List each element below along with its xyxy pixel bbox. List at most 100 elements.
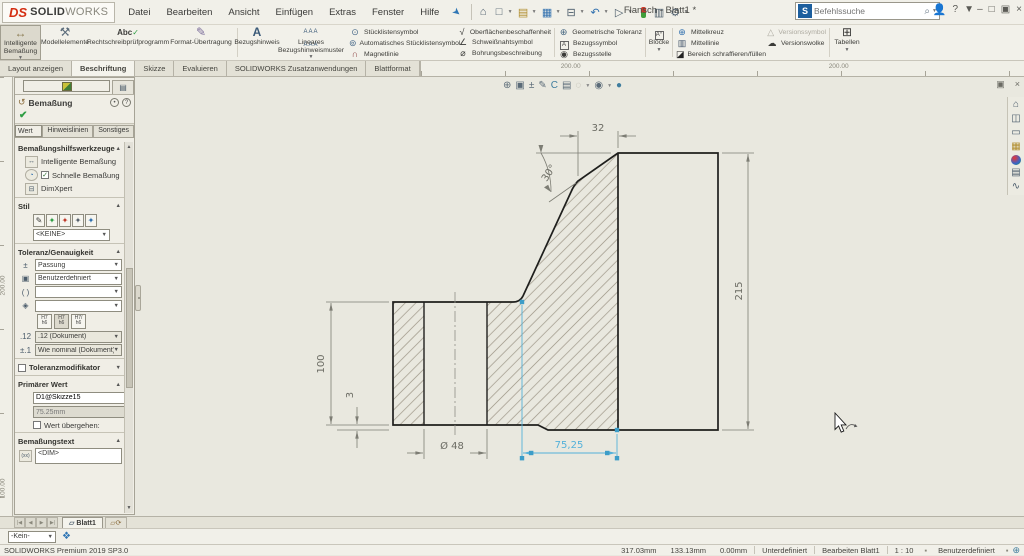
zoom-inout-icon[interactable]: ±: [529, 80, 535, 91]
menu-datei[interactable]: Datei: [121, 4, 157, 21]
fit-linear-button[interactable]: H7h6: [54, 314, 69, 329]
add-sheet-tab[interactable]: ▱⟳: [105, 517, 127, 528]
style-load-button[interactable]: ✦: [85, 214, 97, 227]
taskpane-design-library-icon[interactable]: ◫: [1011, 113, 1020, 125]
max-variation-dropdown[interactable]: ▼: [35, 286, 122, 298]
collapse-caret-icon[interactable]: ▲: [116, 203, 121, 209]
tab-layout-anzeigen[interactable]: Layout anzeigen: [0, 61, 72, 76]
style-delete-button[interactable]: ✦: [59, 214, 71, 227]
override-value-checkbox[interactable]: [33, 421, 41, 429]
prev-sheet-icon[interactable]: ◀: [25, 517, 36, 528]
menu-fenster[interactable]: Fenster: [365, 4, 411, 21]
revision-symbol-button[interactable]: △Versionssymbol: [766, 27, 826, 38]
restore-button[interactable]: ▣: [1001, 4, 1010, 15]
min-variation-dropdown[interactable]: ▼: [35, 300, 122, 312]
taskpane-forum-icon[interactable]: ∿: [1012, 181, 1020, 193]
sheet-tab-blatt1[interactable]: ▱Blatt1: [62, 517, 103, 528]
menu-ansicht[interactable]: Ansicht: [221, 4, 266, 21]
dimension-text-box[interactable]: <DIM>: [35, 448, 122, 464]
tables-button[interactable]: ⊞ Tabellen ▼: [832, 25, 862, 60]
menu-bearbeiten[interactable]: Bearbeiten: [159, 4, 219, 21]
smart-dimension-item[interactable]: ↔Intelligente Bemaßung: [25, 156, 122, 168]
dim-100[interactable]: 100: [316, 354, 327, 373]
minimize-button[interactable]: –: [977, 4, 983, 15]
layer-dropdown[interactable]: -Kein-▼: [8, 531, 56, 543]
centerline-button[interactable]: ▥Mittellinie: [676, 38, 764, 49]
tab-hinweislinien[interactable]: Hinweislinien: [42, 125, 93, 137]
scroll-thumb[interactable]: [126, 268, 133, 388]
precision-dropdown[interactable]: .12 (Dokument)▼: [35, 331, 122, 343]
format-painter-button[interactable]: ✎ Format-Übertragung: [167, 25, 235, 60]
auto-balloon-button[interactable]: ⊚Automatisches Stücklistensymbol: [349, 38, 455, 49]
hide-show-caret-icon[interactable]: ▼: [607, 83, 612, 89]
zoom-area-icon[interactable]: ▣: [515, 80, 524, 91]
tables-caret-icon[interactable]: ▼: [845, 47, 850, 53]
geometric-tolerance-button[interactable]: ⊕Geometrische Toleranz: [558, 27, 642, 38]
first-sheet-icon[interactable]: |◀: [14, 517, 25, 528]
tolerance-modifier-checkbox[interactable]: [18, 364, 26, 372]
dim-3[interactable]: 3: [345, 392, 356, 398]
fit-stacked-button[interactable]: H7h6: [37, 314, 52, 329]
spellcheck-button[interactable]: Abc✓ Rechtschreibprüfprogramm: [89, 25, 167, 60]
taskpane-view-palette-icon[interactable]: ▦: [1011, 141, 1020, 153]
graphics-area[interactable]: 32 30° 215 100 3 Ø 48 75,25: [0, 77, 1024, 516]
datum-feature-button[interactable]: ABezugssymbol: [558, 38, 642, 49]
dim-215[interactable]: 215: [734, 281, 745, 300]
open-caret-icon[interactable]: ▼: [532, 9, 539, 15]
menu-einfuegen[interactable]: Einfügen: [269, 4, 321, 21]
linear-note-caret-icon[interactable]: ▼: [309, 54, 314, 60]
taskpane-file-explorer-icon[interactable]: ▭: [1011, 127, 1020, 139]
doc-close-icon[interactable]: ×: [1015, 79, 1020, 90]
help-caret-icon[interactable]: ▼: [964, 4, 971, 15]
tolerance-type-dropdown[interactable]: Passung▼: [35, 259, 122, 271]
collapse-caret-icon[interactable]: ▲: [116, 438, 121, 444]
datum-target-button[interactable]: ◉Bezugsstelle: [558, 49, 642, 60]
view-settings-icon[interactable]: ●: [616, 80, 622, 91]
dim-32[interactable]: 32: [592, 123, 605, 134]
rotate-view-icon[interactable]: C: [551, 80, 558, 91]
ok-checkmark-icon[interactable]: ✔: [15, 110, 134, 124]
tab-sonstiges[interactable]: Sonstiges: [93, 125, 134, 137]
menu-extras[interactable]: Extras: [322, 4, 363, 21]
taskpane-custom-properties-icon[interactable]: ▤: [1011, 167, 1020, 179]
display-style-icon[interactable]: ◌: [575, 80, 581, 91]
tab-evaluieren[interactable]: Evaluieren: [174, 61, 226, 76]
smart-dimension-button[interactable]: ↔ Intelligente Bemaßung ▼: [0, 25, 41, 60]
display-style-caret-icon[interactable]: ▼: [585, 83, 590, 89]
pin-menu-icon[interactable]: ➤: [450, 5, 463, 19]
style-save-button[interactable]: ✦: [72, 214, 84, 227]
search-icon[interactable]: ⌕: [922, 6, 932, 17]
style-dropdown[interactable]: <KEINE>▼: [33, 229, 110, 241]
tolerance-precision-dropdown[interactable]: Wie nominal (Dokument)▼: [35, 344, 122, 356]
pin-circle-icon[interactable]: •: [110, 98, 119, 107]
dim-bore[interactable]: Ø 48: [440, 440, 464, 452]
tab-beschriftung[interactable]: Beschriftung: [72, 61, 135, 76]
last-sheet-icon[interactable]: ▶|: [47, 517, 58, 528]
hole-callout-button[interactable]: ⌀Bohrungsbeschreibung: [457, 48, 551, 59]
next-sheet-icon[interactable]: ▶: [36, 517, 47, 528]
tag-globe-icon[interactable]: ⊕: [1012, 545, 1020, 556]
help-circle-icon[interactable]: ?: [122, 98, 131, 107]
menu-hilfe[interactable]: Hilfe: [413, 4, 446, 21]
revision-cloud-button[interactable]: ☁Versionswolke: [766, 38, 826, 49]
linear-note-pattern-button[interactable]: AAAAAA Lineares Bezugshinweismuster ▼: [274, 25, 348, 60]
pm-tab-propertymanager[interactable]: [23, 80, 110, 92]
drawing-sheet[interactable]: 32 30° 215 100 3 Ø 48 75,25: [0, 77, 1024, 516]
style-default-button[interactable]: ✎: [33, 214, 45, 227]
panel-scrollbar[interactable]: ▲ ▼: [124, 142, 133, 513]
fit-tolerance-button[interactable]: H7/h6: [71, 314, 86, 329]
quick-dim-checkbox[interactable]: ✓: [41, 171, 49, 179]
open-icon[interactable]: ▤: [516, 4, 531, 21]
blocks-caret-icon[interactable]: ▼: [657, 47, 662, 53]
search-input[interactable]: [814, 6, 922, 16]
dimxpert-item[interactable]: ⊟DimXpert: [25, 183, 122, 195]
area-hatch-button[interactable]: ◪Bereich schraffieren/füllen: [676, 49, 764, 60]
dim-selected[interactable]: 75,25: [555, 440, 584, 451]
taskpane-appearances-icon[interactable]: [1011, 155, 1021, 165]
balloon-button[interactable]: ⊙Stücklistensymbol: [349, 27, 455, 38]
new-caret-icon[interactable]: ▼: [508, 9, 515, 15]
model-items-button[interactable]: ⚒ Modellelemente: [41, 25, 89, 60]
collapse-caret-icon[interactable]: ▲: [116, 146, 121, 152]
units-setting[interactable]: Benutzerdefiniert: [931, 546, 1002, 555]
pm-tab-configurations[interactable]: ▤: [112, 80, 134, 94]
